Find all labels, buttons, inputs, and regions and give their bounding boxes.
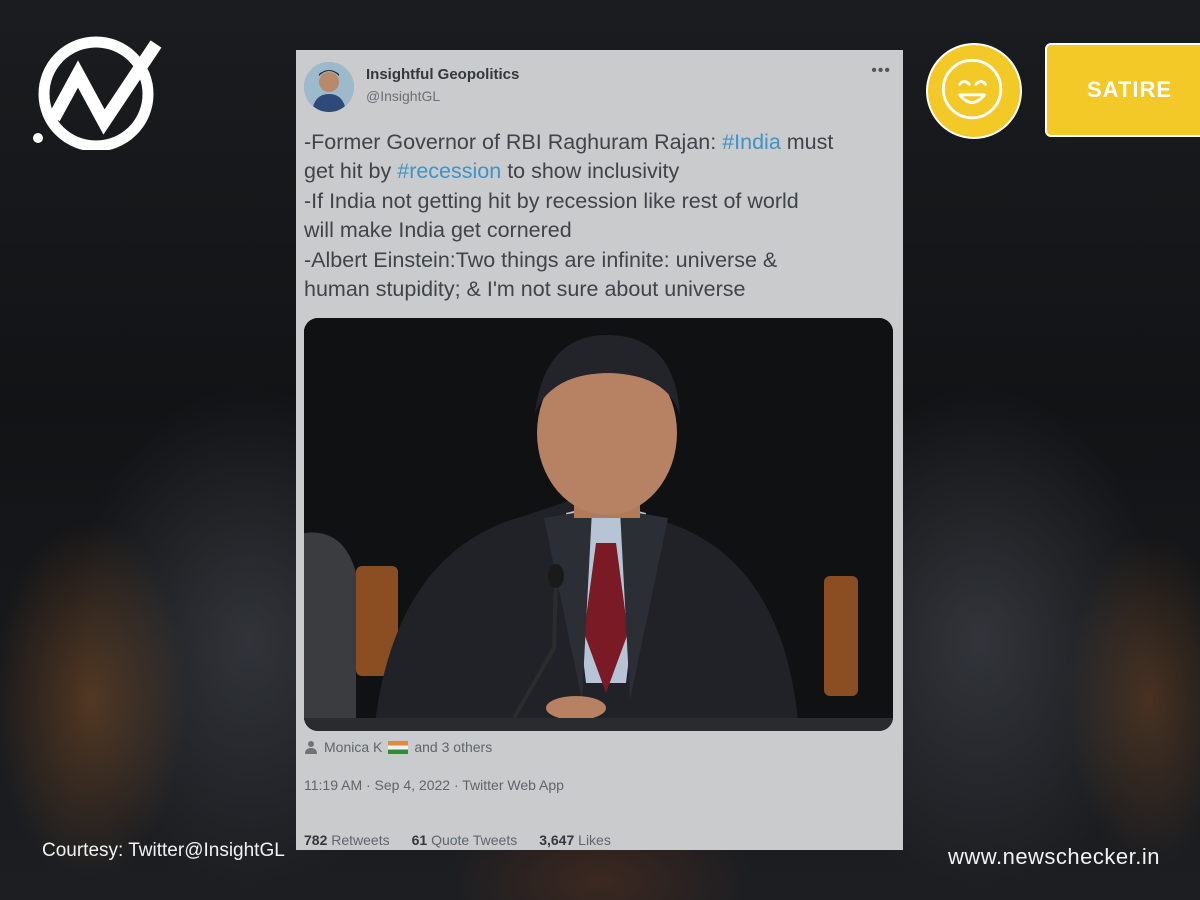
author-handle[interactable]: @InsightGL [366,88,440,104]
tweet-text: -Former Governor of RBI Raghuram Rajan: … [304,128,894,304]
retweets-count: 782 [304,832,328,848]
hashtag-recession-link[interactable]: #recession [397,159,501,183]
satire-emoji-icon [926,43,1022,139]
text-segment: -Former Governor of RBI Raghuram Rajan: [304,130,723,154]
user-icon [305,741,317,754]
site-url: www.newschecker.in [948,844,1160,869]
india-flag-icon [388,740,409,754]
tweet-line: -Albert Einstein:Two things are infinite… [304,247,778,272]
liked-by-name[interactable]: Monica K [324,739,382,755]
tweet-photo[interactable] [304,318,893,731]
avatar[interactable] [304,62,354,112]
quote-tweets-stat[interactable]: 61 Quote Tweets [412,832,518,848]
tweet-line: -Former Governor of RBI Raghuram Rajan: … [304,128,894,157]
newschecker-logo-icon [33,36,162,150]
tweet-card: Insightful Geopolitics @InsightGL ••• -F… [296,50,903,850]
courtesy-caption: Courtesy: Twitter@InsightGL [42,840,285,861]
more-options-icon[interactable]: ••• [871,62,891,80]
tweet-line: -If India not getting hit by recession l… [304,188,799,213]
quotes-label: Quote Tweets [431,832,518,848]
satire-label-badge: SATIRE [1045,43,1200,137]
tweet-timestamp[interactable]: 11:19 AM · Sep 4, 2022 · Twitter Web App [304,777,564,793]
retweets-stat[interactable]: 782 Retweets [304,832,390,848]
retweets-label: Retweets [331,832,390,848]
text-segment: must [780,130,834,154]
satire-label: SATIRE [1087,77,1173,102]
text-segment: get hit by [304,159,398,184]
liked-by-row[interactable]: Monica K and 3 others [304,739,492,755]
likes-count: 3,647 [539,832,575,848]
speaker-photo-illustration [304,318,893,731]
likes-label: Likes [578,832,611,848]
tweet-stats: 782 Retweets 61 Quote Tweets 3,647 Likes [304,832,611,848]
tweet-line: will make India get cornered [304,218,572,243]
quotes-count: 61 [411,832,428,848]
hashtag-india-link[interactable]: #India [722,130,781,154]
author-name[interactable]: Insightful Geopolitics [366,66,519,83]
likes-stat[interactable]: 3,647 Likes [539,832,611,848]
text-segment: to show inclusivity [501,159,680,184]
tweet-line: get hit by #recession to show inclusivit… [304,157,894,186]
tweet-line: human stupidity; & I'm not sure about un… [304,277,746,302]
liked-by-rest[interactable]: and 3 others [414,739,492,755]
